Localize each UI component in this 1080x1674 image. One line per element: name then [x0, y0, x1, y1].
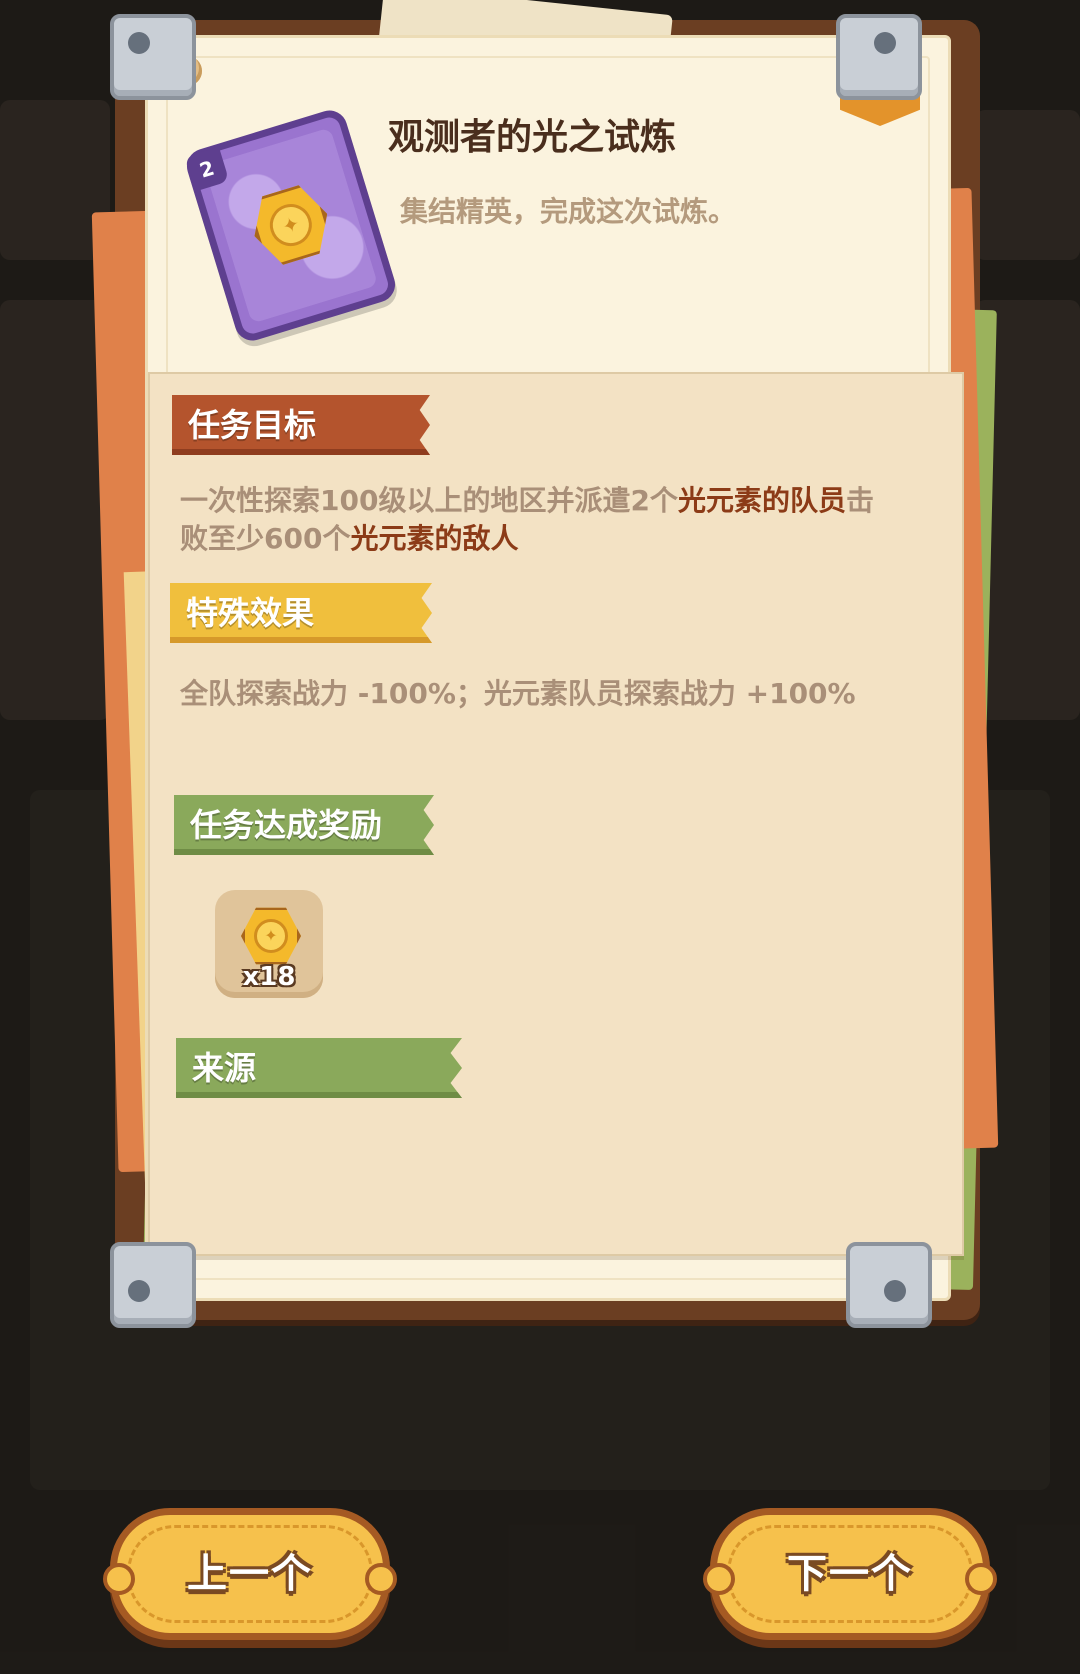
next-button[interactable]: 下一个	[703, 1508, 997, 1640]
reward-quantity: x18	[242, 962, 296, 992]
corner-bracket-top-left	[110, 14, 196, 100]
goal-highlight: 光元素的队员	[677, 484, 846, 517]
previous-button-label: 上一个	[187, 1551, 313, 1597]
reward-heading: 任务达成奖励	[174, 795, 434, 855]
goal-text-part: 一次性探索100级以上的地区并派遣2个	[180, 484, 678, 517]
corner-bracket-bottom-right	[846, 1242, 932, 1328]
effect-description: 全队探索战力 -100%；光元素队员探索战力 +100%	[180, 677, 856, 710]
next-button-label: 下一个	[787, 1551, 913, 1597]
source-heading: 来源	[176, 1038, 462, 1098]
gold-coin-icon: ✦	[241, 907, 301, 965]
corner-bracket-top-right	[836, 14, 922, 100]
effect-heading: 特殊效果	[170, 583, 432, 643]
reward-item-coin[interactable]: ✦ x18	[215, 890, 323, 998]
corner-bracket-bottom-left	[110, 1242, 196, 1328]
goal-description: 一次性探索100级以上的地区并派遣2个光元素的队员击败至少600个光元素的敌人	[180, 482, 880, 558]
goal-heading: 任务目标	[172, 395, 430, 455]
previous-button[interactable]: 上一个	[103, 1508, 397, 1640]
quest-title: 观测者的光之试炼	[388, 117, 677, 158]
goal-highlight: 光元素的敌人	[350, 522, 519, 555]
quest-subtitle: 集结精英，完成这次试炼。	[400, 195, 737, 228]
